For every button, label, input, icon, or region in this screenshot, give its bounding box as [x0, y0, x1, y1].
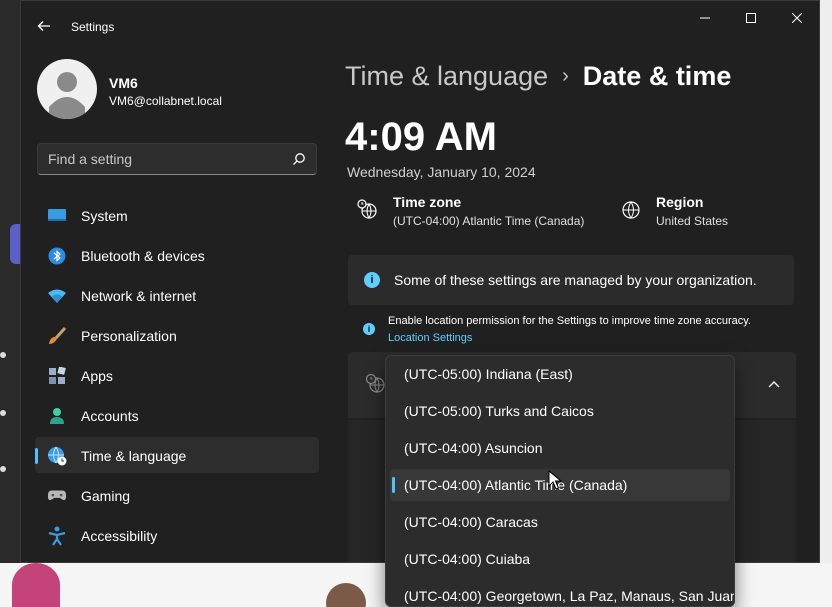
sidebar-item-accounts[interactable]: Accounts [35, 397, 319, 433]
background-app-strip [0, 0, 22, 607]
timezone-option-label: (UTC-05:00) Indiana (East) [404, 366, 573, 382]
info-icon: i [363, 323, 375, 335]
background-app-edge [818, 0, 832, 607]
managed-banner-text: Some of these settings are managed by yo… [394, 272, 757, 288]
sidebar-item-accessibility[interactable]: Accessibility [35, 517, 319, 553]
timezone-option-label: (UTC-04:00) Cuiaba [404, 551, 531, 567]
background-app-icon [12, 563, 60, 607]
current-date: Wednesday, January 10, 2024 [347, 164, 536, 180]
region-title: Region [656, 194, 704, 210]
location-notice-text: Enable location permission for the Setti… [388, 315, 751, 327]
close-icon [792, 13, 802, 23]
window-title: Settings [71, 20, 115, 34]
sidebar-item-apps[interactable]: Apps [35, 357, 319, 393]
mouse-cursor-icon [548, 470, 562, 490]
profile-email: VM6@collabnet.local [109, 94, 222, 108]
background-bullet [0, 352, 6, 358]
person-icon [47, 406, 67, 426]
wifi-icon [47, 286, 67, 306]
gamepad-icon [47, 486, 67, 506]
info-icon: i [364, 272, 380, 288]
sidebar-item-gaming[interactable]: Gaming [35, 477, 319, 513]
sidebar-nav: System Bluetooth & devices Network & int… [35, 197, 319, 557]
sidebar-item-label: Gaming [81, 488, 131, 504]
managed-by-organization-banner: i Some of these settings are managed by … [348, 255, 794, 305]
search-box [37, 143, 317, 175]
sidebar-item-label: Bluetooth & devices [81, 248, 205, 264]
sidebar-item-label: Time & language [81, 448, 187, 464]
user-avatar[interactable] [37, 59, 97, 119]
globe-icon [622, 201, 640, 219]
timezone-option[interactable]: (UTC-05:00) Indiana (East) [390, 358, 730, 390]
minimize-icon [700, 17, 710, 19]
close-button[interactable] [774, 1, 819, 35]
paintbrush-icon [47, 326, 67, 346]
timezone-option[interactable]: (UTC-04:00) Cuiaba [390, 543, 730, 575]
back-button[interactable] [31, 13, 57, 39]
timezone-option[interactable]: (UTC-04:00) Caracas [390, 506, 730, 538]
timezone-value: (UTC-04:00) Atlantic Time (Canada) [393, 214, 585, 228]
profile-name: VM6 [109, 75, 138, 91]
sidebar-item-personalization[interactable]: Personalization [35, 317, 319, 353]
person-avatar-icon [49, 72, 85, 119]
bluetooth-icon [47, 246, 67, 266]
search-icon[interactable] [292, 152, 306, 166]
chevron-up-icon[interactable] [766, 376, 782, 392]
clock-globe-icon [47, 446, 67, 466]
location-settings-link[interactable]: Location Settings [388, 332, 472, 344]
sidebar-item-network[interactable]: Network & internet [35, 277, 319, 313]
sidebar-item-time-language[interactable]: Time & language [35, 437, 319, 473]
timezone-title: Time zone [393, 194, 462, 210]
chevron-right-icon: › [562, 65, 569, 87]
sidebar-item-label: Network & internet [81, 288, 197, 304]
timezone-option-label: (UTC-04:00) Asuncion [404, 440, 543, 456]
current-time: 4:09 AM [345, 115, 497, 159]
sidebar-item-label: Apps [81, 368, 113, 384]
timezone-option-label: (UTC-05:00) Turks and Caicos [404, 403, 594, 419]
monitor-icon [47, 206, 67, 226]
page-title: Date & time [582, 61, 732, 91]
minimize-button[interactable] [682, 1, 728, 35]
region-value: United States [656, 214, 729, 228]
background-bullet [0, 410, 6, 416]
timezone-option-label: (UTC-04:00) Georgetown, La Paz, Manaus, … [404, 588, 735, 604]
breadcrumb-parent-link[interactable]: Time & language [345, 61, 548, 91]
globe-clock-icon [357, 199, 377, 219]
sidebar-item-bluetooth[interactable]: Bluetooth & devices [35, 237, 319, 273]
timezone-option[interactable]: (UTC-05:00) Turks and Caicos [390, 395, 730, 427]
sidebar-item-label: System [81, 208, 128, 224]
background-user-photo [326, 583, 366, 607]
timezone-option[interactable]: (UTC-04:00) Asuncion [390, 432, 730, 464]
timezone-option-label: (UTC-04:00) Atlantic Time (Canada) [404, 477, 628, 493]
title-bar: Settings [21, 1, 819, 49]
sidebar-item-label: Personalization [81, 328, 177, 344]
accessibility-icon [47, 526, 67, 546]
timezone-option-label: (UTC-04:00) Caracas [404, 514, 538, 530]
arrow-left-icon [37, 21, 50, 31]
search-input[interactable] [38, 144, 288, 174]
sidebar-item-label: Accessibility [81, 528, 158, 544]
sidebar-item-label: Accounts [81, 408, 139, 424]
sidebar-item-system[interactable]: System [35, 197, 319, 233]
timezone-option[interactable]: (UTC-04:00) Georgetown, La Paz, Manaus, … [390, 580, 734, 606]
maximize-button[interactable] [728, 1, 774, 35]
maximize-icon [746, 13, 756, 23]
background-bullet [0, 466, 6, 472]
breadcrumb: Time & language › Date & time [345, 61, 731, 97]
apps-icon [47, 366, 67, 386]
